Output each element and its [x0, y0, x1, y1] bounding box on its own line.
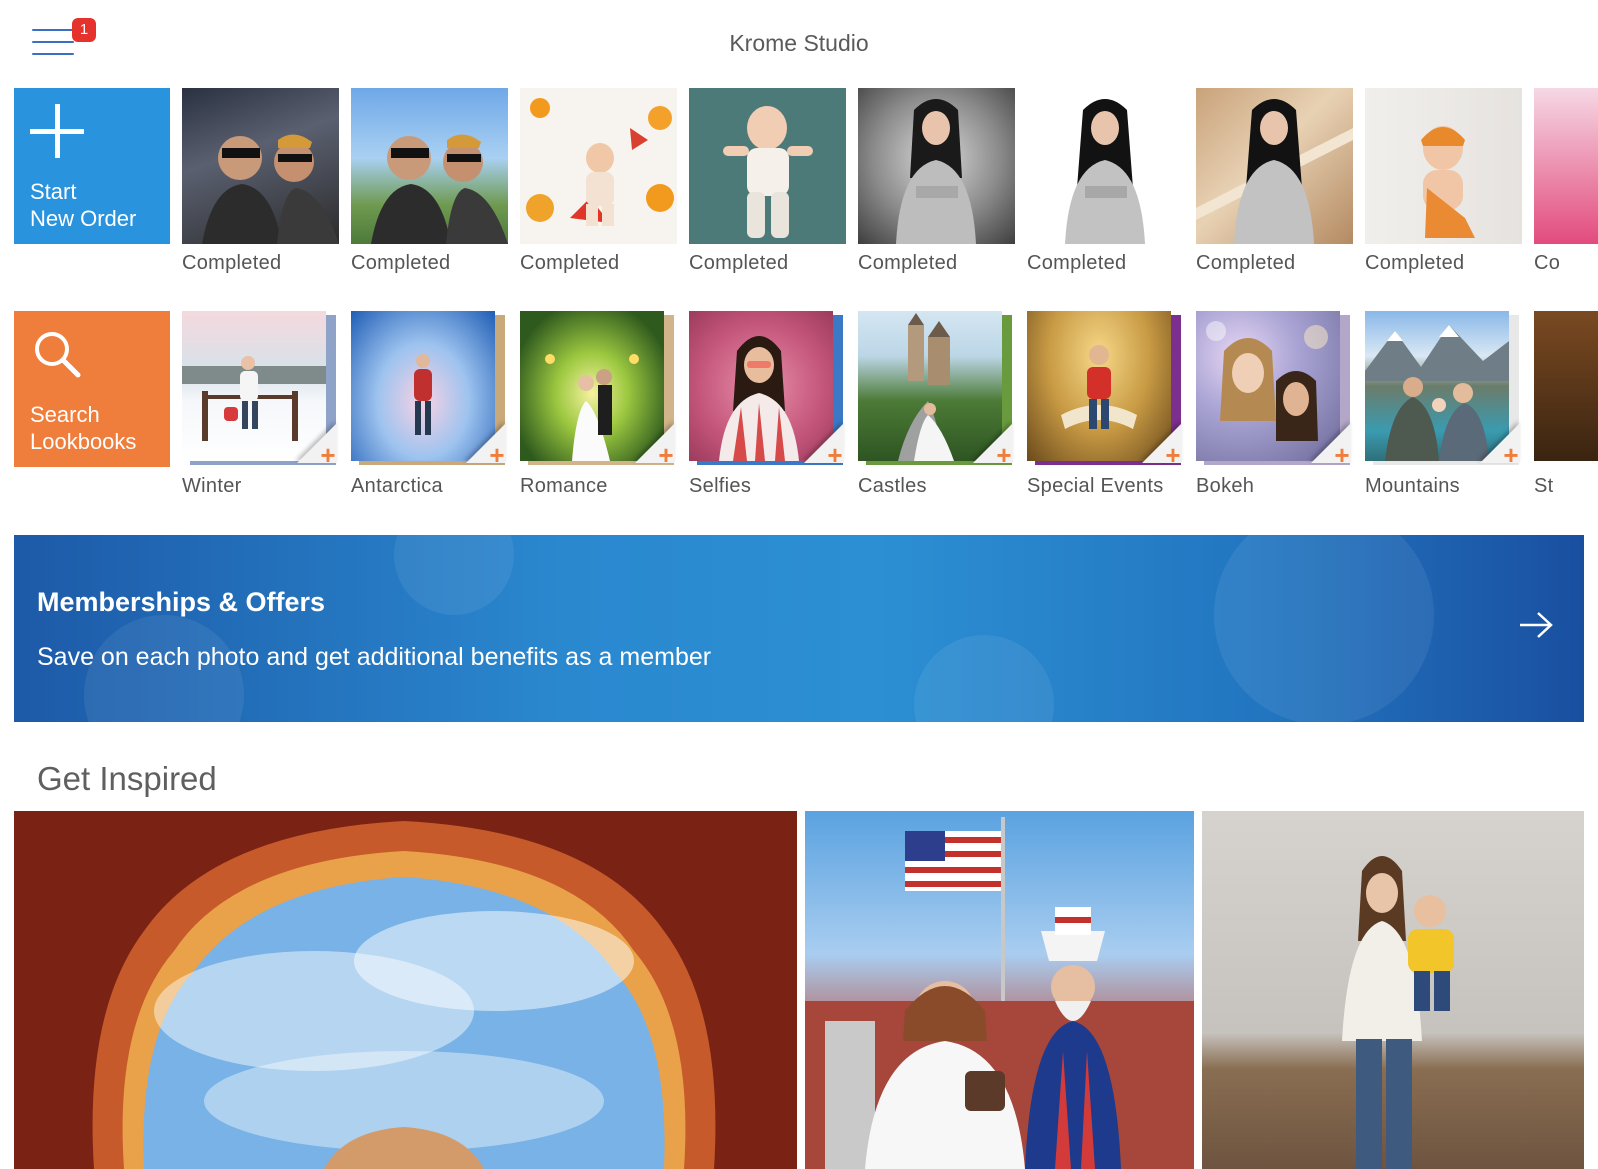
lookbook-thumbnail: +	[520, 311, 677, 467]
order-item[interactable]: Completed	[689, 88, 846, 298]
order-item[interactable]: Completed	[351, 88, 508, 298]
app-title: Krome Studio	[729, 30, 869, 56]
banner-bokeh	[1214, 535, 1434, 722]
lookbook-special-events[interactable]: + Special Events	[1027, 311, 1184, 521]
order-item[interactable]: Co	[1534, 88, 1598, 298]
order-thumbnail	[858, 88, 1015, 244]
top-bar: 1 Krome Studio	[0, 0, 1598, 84]
lookbook-thumbnail: +	[182, 311, 339, 467]
lookbook-thumbnail: +	[1027, 311, 1184, 467]
add-plus-icon[interactable]: +	[655, 442, 677, 467]
order-thumbnail	[520, 88, 677, 244]
inspire-card[interactable]	[1202, 811, 1584, 1169]
lookbook-thumbnail: +	[1196, 311, 1353, 467]
lookbook-name: Romance	[520, 475, 608, 497]
add-plus-icon[interactable]: +	[993, 442, 1015, 467]
order-status: Completed	[1027, 252, 1127, 274]
order-item[interactable]: Completed	[1196, 88, 1353, 298]
search-lookbooks-label: Search Lookbooks	[30, 401, 170, 455]
lookbook-thumbnail: +	[1365, 311, 1522, 467]
lookbook-partial[interactable]: St	[1534, 311, 1598, 521]
lookbook-name: Special Events	[1027, 475, 1164, 497]
lookbook-thumbnail: +	[858, 311, 1015, 467]
lookbooks-row[interactable]: Search Lookbooks + Winter + Antarctica +…	[14, 311, 1598, 521]
order-status: Completed	[182, 252, 282, 274]
order-item[interactable]: Completed	[1027, 88, 1184, 298]
magnifier-icon	[35, 332, 81, 378]
order-item[interactable]: Completed	[182, 88, 339, 298]
order-thumbnail	[182, 88, 339, 244]
banner-bokeh	[914, 635, 1054, 722]
add-plus-icon[interactable]: +	[1162, 442, 1184, 467]
order-thumbnail	[1534, 88, 1598, 244]
memberships-banner[interactable]: Memberships & Offers Save on each photo …	[14, 535, 1584, 722]
app-home: 1 Krome Studio Start New Order Completed…	[0, 0, 1598, 1169]
order-status: Co	[1534, 252, 1561, 274]
order-status: Completed	[520, 252, 620, 274]
banner-bokeh	[394, 535, 514, 615]
add-plus-icon[interactable]: +	[1331, 442, 1353, 467]
order-status: Completed	[1196, 252, 1296, 274]
lookbook-winter[interactable]: + Winter	[182, 311, 339, 521]
plus-icon	[30, 104, 84, 158]
search-label-line1: Search	[30, 402, 100, 427]
search-lookbooks-button[interactable]: Search Lookbooks	[14, 311, 170, 467]
lookbook-thumbnail: +	[351, 311, 508, 467]
search-label-line2: Lookbooks	[30, 429, 137, 454]
lookbook-photo	[1534, 311, 1598, 461]
add-plus-icon[interactable]: +	[486, 442, 508, 467]
order-status: Completed	[858, 252, 958, 274]
lookbook-name: Mountains	[1365, 475, 1460, 497]
order-item[interactable]: Completed	[1365, 88, 1522, 298]
banner-subtitle: Save on each photo and get additional be…	[37, 643, 712, 671]
add-plus-icon[interactable]: +	[317, 442, 339, 467]
order-status: Completed	[1365, 252, 1465, 274]
lookbook-thumbnail: +	[689, 311, 846, 467]
lookbook-romance[interactable]: + Romance	[520, 311, 677, 521]
inspire-card[interactable]	[14, 811, 797, 1169]
arrow-right-icon[interactable]	[1518, 609, 1554, 641]
orders-row[interactable]: Start New Order Completed Completed Comp…	[14, 88, 1598, 298]
lookbook-thumbnail	[1534, 311, 1598, 467]
order-thumbnail	[1196, 88, 1353, 244]
order-item[interactable]: Completed	[520, 88, 677, 298]
inspire-card[interactable]	[805, 811, 1194, 1169]
lookbook-mountains[interactable]: + Mountains	[1365, 311, 1522, 521]
lookbook-name: St	[1534, 475, 1554, 497]
order-thumbnail	[351, 88, 508, 244]
lookbook-castles[interactable]: + Castles	[858, 311, 1015, 521]
lookbook-selfies[interactable]: + Selfies	[689, 311, 846, 521]
lookbook-name: Selfies	[689, 475, 752, 497]
order-thumbnail	[1365, 88, 1522, 244]
banner-title: Memberships & Offers	[37, 587, 326, 617]
order-status: Completed	[689, 252, 789, 274]
add-plus-icon[interactable]: +	[824, 442, 846, 467]
add-plus-icon[interactable]: +	[1500, 442, 1522, 467]
order-thumbnail	[1027, 88, 1184, 244]
order-status: Completed	[351, 252, 451, 274]
lookbook-name: Winter	[182, 475, 242, 497]
lookbook-antarctica[interactable]: + Antarctica	[351, 311, 508, 521]
order-thumbnail	[689, 88, 846, 244]
start-label-line2: New Order	[30, 206, 137, 231]
section-title-get-inspired: Get Inspired	[37, 760, 217, 797]
start-new-order-button[interactable]: Start New Order	[14, 88, 170, 244]
start-label-line1: Start	[30, 179, 77, 204]
lookbook-bokeh[interactable]: + Bokeh	[1196, 311, 1353, 521]
order-item[interactable]: Completed	[858, 88, 1015, 298]
start-new-order-label: Start New Order	[30, 178, 170, 232]
lookbook-name: Castles	[858, 475, 927, 497]
lookbook-name: Bokeh	[1196, 475, 1255, 497]
lookbook-name: Antarctica	[351, 475, 443, 497]
